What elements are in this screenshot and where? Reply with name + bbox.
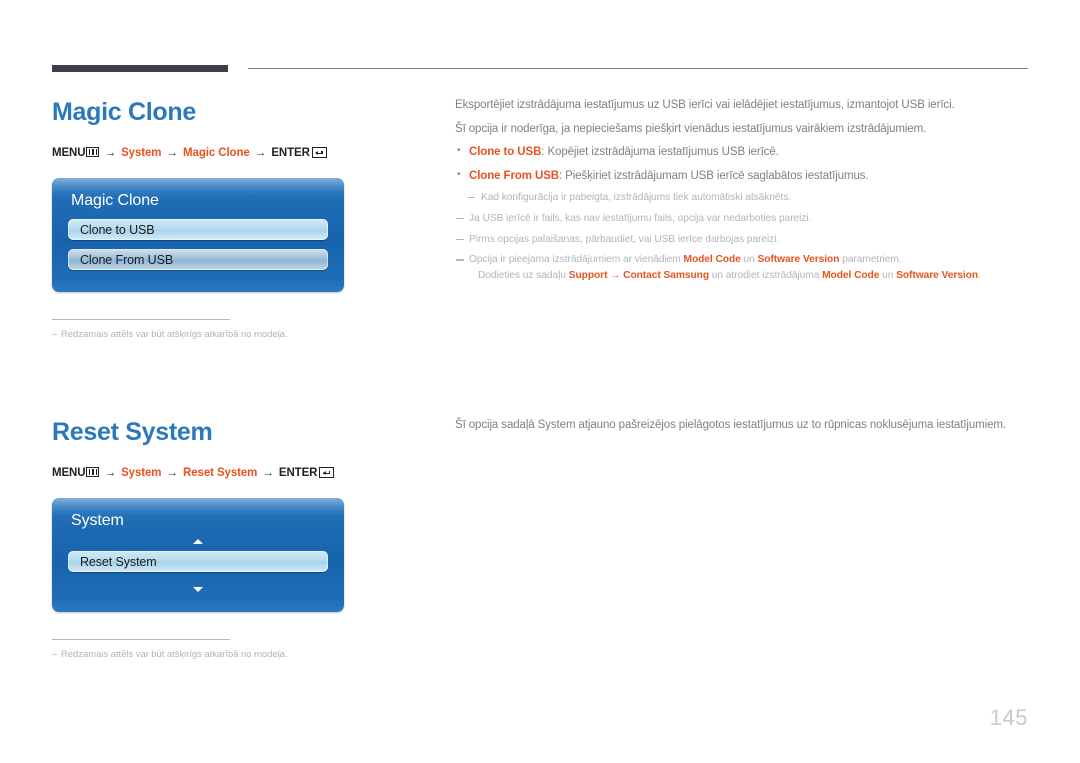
path-arrow-3: → (254, 147, 267, 159)
footnote-dash: – (52, 649, 58, 660)
menu-step-reset-system: Reset System (183, 467, 258, 479)
page-title-reset-system: Reset System (52, 418, 213, 446)
page-number: 145 (989, 705, 1028, 730)
footnote-text: – Redzamais attēls var būt atšķirīgs atka… (52, 329, 432, 340)
note-text-b: un (740, 254, 758, 266)
footnote-dash: – (52, 329, 58, 340)
note-term-model-code: Model Code (683, 254, 741, 266)
menu-icon (86, 147, 100, 157)
enter-label: ENTER (278, 467, 318, 479)
page-title-magic-clone: Magic Clone (52, 98, 196, 126)
enter-icon (319, 467, 335, 478)
reset-system-right-column: Šī opcija sadaļā System atjauno pašreizē… (455, 419, 1035, 444)
enter-icon (311, 147, 327, 158)
reset-system-footnote: – Redzamais attēls var būt atšķirīgs atka… (52, 639, 432, 660)
note-term-contact-samsung: Contact Samsung (623, 270, 710, 282)
osd-item-clone-to-usb[interactable]: Clone to USB (68, 219, 328, 240)
osd-row-list: Reset System (52, 533, 344, 612)
menu-icon (86, 467, 100, 477)
osd-item-reset-system[interactable]: Reset System (68, 551, 328, 572)
footnote-rule (52, 639, 230, 640)
osd-row-list: Clone to USB Clone From USB (52, 219, 344, 292)
header-accent-bar (52, 65, 228, 72)
header-rule (248, 68, 1028, 69)
magic-clone-right-column: Eksportējiet izstrādājuma iestatījumus u… (455, 99, 1035, 290)
path-arrow-2: → (166, 467, 179, 479)
menu-step-system: System (121, 467, 162, 479)
lead-paragraph-1: Eksportējiet izstrādājuma iestatījumus u… (455, 99, 955, 111)
menu-step-magic-clone: Magic Clone (183, 147, 250, 159)
note-text-d: Dodieties uz sadaļu (478, 270, 569, 282)
menu-label: MENU (52, 147, 86, 159)
menu-step-system: System (121, 147, 162, 159)
scroll-up-arrow[interactable] (68, 533, 328, 546)
bullet-clone-to-usb: Clone to USB: Kopējiet izstrādājuma iest… (455, 146, 1035, 159)
enter-label: ENTER (271, 147, 310, 159)
osd-panel-system: System Reset System (52, 498, 344, 612)
bullet-term: Clone to USB (469, 146, 542, 158)
magic-clone-footnote: – Redzamais attēls var būt atšķirīgs atka… (52, 319, 432, 340)
subnote-auto-restart: Kad konfigurācija ir pabeigta, izstrādāj… (455, 191, 1035, 205)
magic-clone-left-column: Magic Clone MENU → System → Magic Clone … (52, 100, 432, 340)
path-arrow-3: → (262, 467, 274, 479)
bullet-list: Clone to USB: Kopējiet izstrādājuma iest… (455, 146, 1035, 183)
bullet-desc: : Kopējiet izstrādājuma iestatījumus USB… (541, 146, 779, 158)
osd-panel-magic-clone: Magic Clone Clone to USB Clone From USB (52, 178, 344, 292)
reset-system-left-column: Reset System MENU → System → Reset Syste… (52, 420, 432, 660)
subnote-list: Kad konfigurācija ir pabeigta, izstrādāj… (455, 191, 1035, 283)
note-text-f: un (879, 270, 897, 282)
note-text-a: Opcija ir pieejama izstrādājumiem ar vie… (469, 254, 684, 266)
note-second-line: Dodieties uz sadaļu Support → Contact Sa… (469, 269, 1035, 283)
chevron-up-icon (193, 539, 203, 544)
footnote-rule (52, 319, 230, 320)
document-page: Magic Clone MENU → System → Magic Clone … (0, 0, 1080, 763)
chevron-down-icon (193, 587, 203, 592)
osd-title: Magic Clone (71, 192, 159, 209)
note-term-support: Support (568, 270, 608, 282)
path-arrow-1: → (104, 467, 117, 479)
path-arrow-1: → (104, 147, 117, 159)
note-term-software-version: Software Version (757, 254, 840, 266)
path-arrow-2: → (166, 147, 179, 159)
lead-paragraph-2: Šī opcija ir noderīga, ja nepieciešams p… (455, 122, 927, 135)
note-term-model-code-2: Model Code (822, 270, 880, 282)
menu-path-reset-system: MENU → System → Reset System → ENTER (52, 467, 432, 479)
scroll-down-arrow[interactable] (68, 581, 328, 594)
menu-label: MENU (52, 467, 86, 479)
menu-path-magic-clone: MENU → System → Magic Clone → ENTER (52, 147, 432, 159)
note-check-usb: Pirms opcijas palaišanas, pārbaudiet, va… (455, 233, 1035, 247)
note-text-g: . (978, 270, 981, 282)
note-path-arrow: → (607, 270, 624, 282)
footnote-body: Redzamais attēls var būt atšķirīgs atkar… (61, 329, 288, 340)
bullet-term: Clone From USB (469, 169, 559, 182)
osd-item-clone-from-usb[interactable]: Clone From USB (68, 249, 328, 270)
lead-paragraph-reset-system: Šī opcija sadaļā System atjauno pašreizē… (455, 419, 1006, 431)
note-text-c: parametriem. (839, 254, 902, 266)
footnote-text: – Redzamais attēls var būt atšķirīgs atka… (52, 649, 432, 660)
footnote-body: Redzamais attēls var būt atšķirīgs atkar… (61, 649, 288, 660)
note-model-code-software-version: Opcija ir pieejama izstrādājumiem ar vie… (455, 253, 1035, 283)
bullet-clone-from-usb: Clone From USB: Piešķiriet izstrādājumam… (455, 169, 1035, 183)
note-term-software-version-2: Software Version (896, 270, 978, 282)
note-invalid-file: Ja USB ierīcē ir fails, kas nav iestatīj… (455, 212, 1035, 226)
bullet-desc: : Piešķiriet izstrādājumam USB ierīcē sa… (558, 169, 869, 182)
note-text-e: un atrodiet izstrādājuma (709, 270, 823, 282)
